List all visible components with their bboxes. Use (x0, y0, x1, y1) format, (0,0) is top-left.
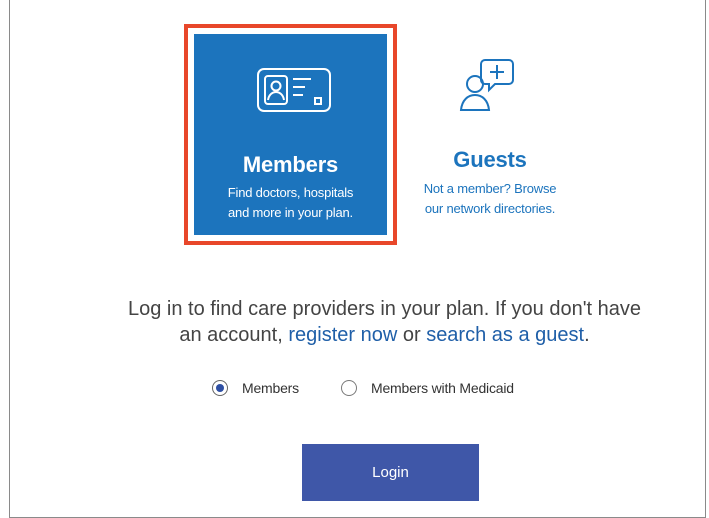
intro-line-2-middle: or (397, 324, 427, 346)
members-card-body[interactable]: Members Find doctors, hospitals and more… (194, 34, 387, 235)
medicaid-radio-label: Members with Medicaid (371, 380, 514, 396)
guests-description: Not a member? Browse our network directo… (397, 179, 583, 219)
intro-line-2-prefix: an account, (179, 324, 289, 346)
members-desc-line-1: Find doctors, hospitals (227, 185, 354, 200)
register-now-link[interactable]: register now (288, 324, 397, 346)
id-card-icon (257, 68, 331, 117)
login-button[interactable]: Login (302, 444, 479, 501)
members-title: Members (242, 152, 339, 177)
medicaid-radio[interactable] (341, 380, 357, 396)
members-description: Find doctors, hospitals and more in your… (194, 183, 387, 223)
members-radio[interactable] (212, 380, 228, 396)
guests-desc-line-2: our network directories. (424, 201, 556, 216)
user-chat-plus-icon (455, 56, 525, 117)
search-as-guest-link[interactable]: search as a guest (426, 324, 584, 346)
members-card[interactable]: Members Find doctors, hospitals and more… (184, 24, 397, 245)
intro-line-1: Log in to find care providers in your pl… (127, 298, 642, 320)
members-desc-line-2: and more in your plan. (228, 205, 353, 220)
radio-option-members[interactable]: Members (212, 380, 299, 396)
intro-line-2-suffix: . (584, 324, 590, 346)
intro-line-2: an account, register now or search as a … (60, 322, 709, 348)
radio-option-medicaid[interactable]: Members with Medicaid (341, 380, 514, 396)
guests-desc-line-1: Not a member? Browse (423, 181, 557, 196)
members-radio-label: Members (242, 380, 299, 396)
guests-title: Guests (453, 147, 527, 172)
guests-card[interactable]: Guests Not a member? Browse our network … (397, 30, 583, 239)
intro-text: Log in to find care providers in your pl… (60, 296, 709, 348)
